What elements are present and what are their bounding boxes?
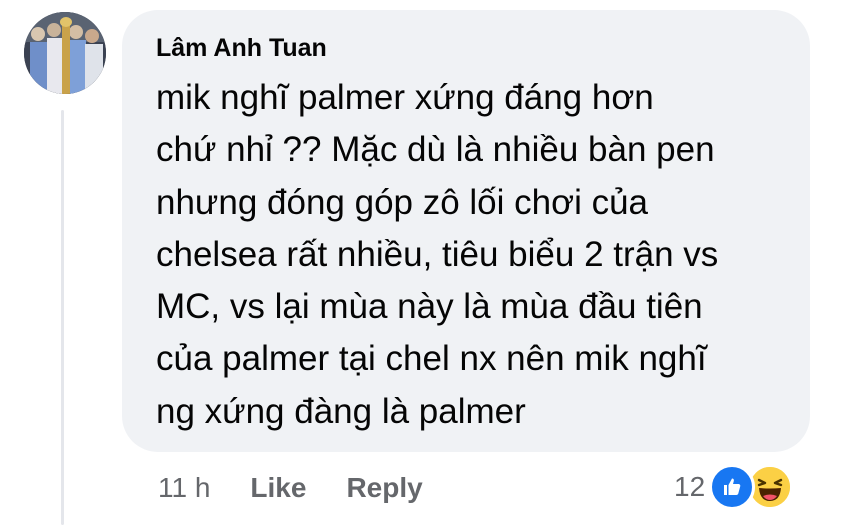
avatar[interactable] <box>24 12 106 94</box>
comment-timestamp[interactable]: 11 h <box>158 472 210 504</box>
comment-author[interactable]: Lâm Anh Tuan <box>156 32 780 64</box>
like-icon <box>709 464 756 510</box>
thread-line <box>61 110 64 525</box>
reaction-summary[interactable]: 12 <box>674 462 794 512</box>
like-button[interactable]: Like <box>250 472 306 504</box>
reaction-count: 12 <box>674 471 706 502</box>
comment-bubble: Lâm Anh Tuan mik nghĩ palmer xứng đáng h… <box>122 10 810 452</box>
comment-actions: 11 h Like Reply <box>158 468 423 508</box>
comment-text: mik nghĩ palmer xứng đáng hơn chứ nhỉ ??… <box>156 78 719 431</box>
reply-button[interactable]: Reply <box>346 472 422 504</box>
